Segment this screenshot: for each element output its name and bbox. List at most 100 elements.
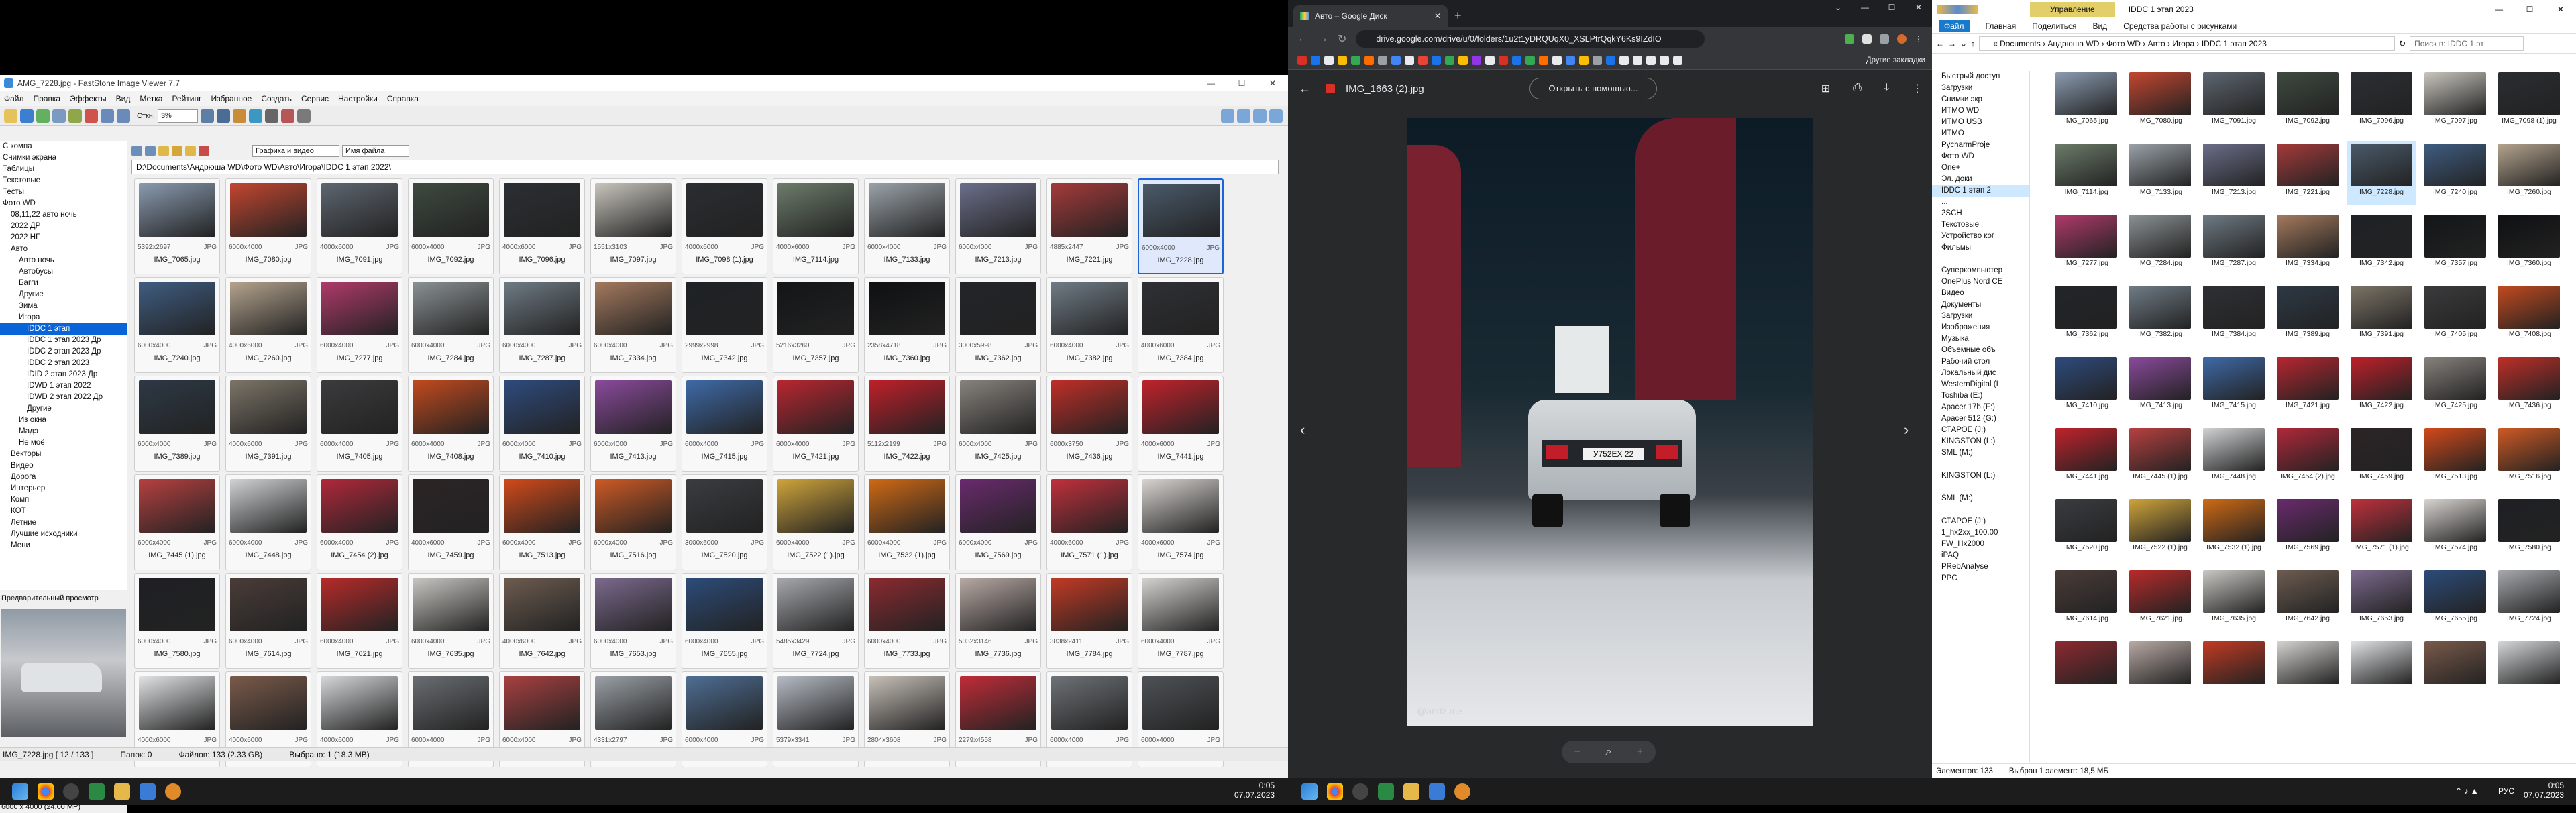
nav-item[interactable]: SML (M:) (1932, 493, 2029, 504)
thumbnail[interactable]: 4000x6000 JPG IMG_7096.jpg (499, 178, 585, 274)
thumbnail[interactable]: 3838x2411 JPG IMG_7784.jpg (1046, 573, 1132, 669)
favorites-icon[interactable] (172, 146, 182, 156)
file-item[interactable]: IMG_7133.jpg (2125, 141, 2195, 205)
file-item[interactable]: IMG_7454 (2).jpg (2273, 425, 2343, 490)
bookmark-icon[interactable] (1566, 55, 1575, 65)
file-item[interactable]: IMG_7421.jpg (2273, 354, 2343, 419)
clock[interactable]: 0:05 07.07.2023 (1234, 781, 1275, 800)
nav-item[interactable]: Суперкомпьютер (1932, 265, 2029, 276)
file-item[interactable]: IMG_7384.jpg (2199, 283, 2269, 347)
file-item[interactable]: IMG_7520.jpg (2051, 496, 2121, 561)
file-item[interactable] (2347, 639, 2416, 703)
file-item[interactable]: IMG_7574.jpg (2420, 496, 2490, 561)
thumbnail[interactable]: 1551x3103 JPG IMG_7097.jpg (590, 178, 676, 274)
tree-item[interactable]: IDDC 2 этап 2023 (0, 358, 127, 369)
nav-item[interactable]: Локальный дис (1932, 368, 2029, 379)
file-item[interactable]: IMG_7382.jpg (2125, 283, 2195, 347)
bookmark-icon[interactable] (1391, 55, 1401, 65)
thumbnail[interactable]: 6000x4000 JPG IMG_7454 (2).jpg (317, 474, 402, 570)
tree-item[interactable]: Авто ночь (0, 255, 127, 266)
print-icon[interactable]: ⎙ (1853, 82, 1862, 95)
maximize-button[interactable]: ☐ (1226, 78, 1257, 88)
prev-icon[interactable]: ‹ (1300, 421, 1305, 439)
rotate-right-icon[interactable] (117, 109, 130, 123)
thumbnail[interactable]: 6000x4000 JPG IMG_7382.jpg (1046, 277, 1132, 373)
nav-item[interactable]: Видео (1932, 288, 2029, 299)
tree-item[interactable]: Фото WD (0, 198, 127, 209)
file-item[interactable]: IMG_7425.jpg (2420, 354, 2490, 419)
chrome-icon[interactable] (38, 783, 54, 800)
thumbnail[interactable]: 5485x3429 JPG IMG_7724.jpg (773, 573, 859, 669)
thumbnail[interactable]: 6000x4000 JPG IMG_7532 (1).jpg (864, 474, 950, 570)
file-item[interactable]: IMG_7571 (1).jpg (2347, 496, 2416, 561)
file-item[interactable]: IMG_7114.jpg (2051, 141, 2121, 205)
tree-item[interactable]: КОТ (0, 506, 127, 517)
tree-item[interactable]: IDDC 1 этап 2023 Др (0, 335, 127, 346)
bookmark-icon[interactable] (1673, 55, 1682, 65)
file-item[interactable]: IMG_7098 (1).jpg (2494, 70, 2564, 134)
tree-item[interactable]: Снимки экрана (0, 152, 127, 164)
file-item[interactable]: IMG_7441.jpg (2051, 425, 2121, 490)
nav-item[interactable]: СТАРОЕ (J:) (1932, 425, 2029, 436)
file-item[interactable] (2494, 639, 2564, 703)
thumbnail[interactable]: 6000x4000 JPG IMG_7092.jpg (408, 178, 494, 274)
tree-item[interactable]: Комп (0, 494, 127, 506)
thumbnail[interactable]: 6000x4000 JPG IMG_7080.jpg (225, 178, 311, 274)
thumbnail[interactable]: 3000x6000 JPG IMG_7520.jpg (682, 474, 767, 570)
up-icon[interactable]: ↑ (1971, 39, 1975, 48)
file-item[interactable]: IMG_7516.jpg (2494, 425, 2564, 490)
bookmark-icon[interactable] (1593, 55, 1602, 65)
app-icon[interactable] (140, 783, 156, 800)
thumbnail[interactable]: 6000x4000 JPG IMG_7569.jpg (955, 474, 1041, 570)
file-item[interactable]: IMG_7410.jpg (2051, 354, 2121, 419)
minimize-button[interactable]: — (2483, 5, 2514, 14)
copy-icon[interactable] (52, 109, 66, 123)
folder-tree[interactable]: С компа Снимки экрана Таблицы Текстовые Тест… (0, 141, 127, 590)
menu-item[interactable]: Справка (387, 94, 419, 103)
refresh-icon[interactable]: ↻ (2399, 39, 2406, 48)
thumbnail[interactable]: 4000x6000 JPG IMG_7384.jpg (1138, 277, 1224, 373)
bookmark-icon[interactable] (1418, 55, 1428, 65)
file-item[interactable]: IMG_7724.jpg (2494, 567, 2564, 632)
nav-item[interactable]: ИТМО (1932, 128, 2029, 140)
nav-item[interactable]: Быстрый доступ (1932, 71, 2029, 83)
app-icon[interactable] (1429, 783, 1445, 800)
quick-access-icons[interactable] (1937, 5, 1978, 14)
thumbnail[interactable]: 6000x4000 JPG IMG_7621.jpg (317, 573, 402, 669)
tree-item[interactable]: Зима (0, 301, 127, 312)
bookmark-icon[interactable] (1539, 55, 1548, 65)
back-icon[interactable]: ← (1297, 33, 1308, 45)
nav-item[interactable]: Загрузки (1932, 311, 2029, 322)
thumbnail[interactable]: 4885x2447 JPG IMG_7221.jpg (1046, 178, 1132, 274)
thumbnail[interactable]: 6000x4000 JPG IMG_7228.jpg (1138, 178, 1224, 274)
save-icon[interactable] (20, 109, 34, 123)
thumbnail[interactable]: 4000x6000 JPG IMG_7260.jpg (225, 277, 311, 373)
media-icon[interactable] (1352, 783, 1368, 800)
tree-item[interactable]: Из окна (0, 415, 127, 426)
nav-item[interactable]: Документы (1932, 299, 2029, 311)
tree-item[interactable]: Текстовые (0, 175, 127, 186)
thumbnail[interactable]: 6000x4000 JPG IMG_7425.jpg (955, 376, 1041, 472)
file-item[interactable]: IMG_7408.jpg (2494, 283, 2564, 347)
minimize-button[interactable]: — (1851, 3, 1878, 12)
tree-item[interactable]: Авто (0, 243, 127, 255)
thumbnail[interactable]: 4000x6000 JPG IMG_7571 (1).jpg (1046, 474, 1132, 570)
thumbnail[interactable]: 5392x2697 JPG IMG_7065.jpg (134, 178, 220, 274)
new-tab-button[interactable]: + (1454, 9, 1462, 23)
thumbnail[interactable]: 6000x4000 JPG IMG_7389.jpg (134, 376, 220, 472)
menu-item[interactable]: Эффекты (70, 94, 107, 103)
nav-item[interactable]: PPC (1932, 573, 2029, 584)
tree-item[interactable]: Не моё (0, 437, 127, 449)
thumbnail[interactable]: 6000x4000 JPG IMG_7334.jpg (590, 277, 676, 373)
nav-item[interactable]: Устройство ког (1932, 231, 2029, 242)
thumbnail[interactable]: 2999x2998 JPG IMG_7342.jpg (682, 277, 767, 373)
tree-item[interactable]: Лучшие исходники (0, 529, 127, 540)
file-item[interactable] (2199, 639, 2269, 703)
bookmark-icon[interactable] (1485, 55, 1495, 65)
start-icon[interactable] (1301, 783, 1318, 800)
ribbon-tab[interactable]: Вид (2092, 21, 2107, 31)
tree-item[interactable]: Автобусы (0, 266, 127, 278)
recent-icon[interactable]: ⌄ (1960, 39, 1967, 48)
nav-item[interactable]: ... (1932, 197, 2029, 208)
thumbnail[interactable]: 4000x6000 JPG IMG_7574.jpg (1138, 474, 1224, 570)
